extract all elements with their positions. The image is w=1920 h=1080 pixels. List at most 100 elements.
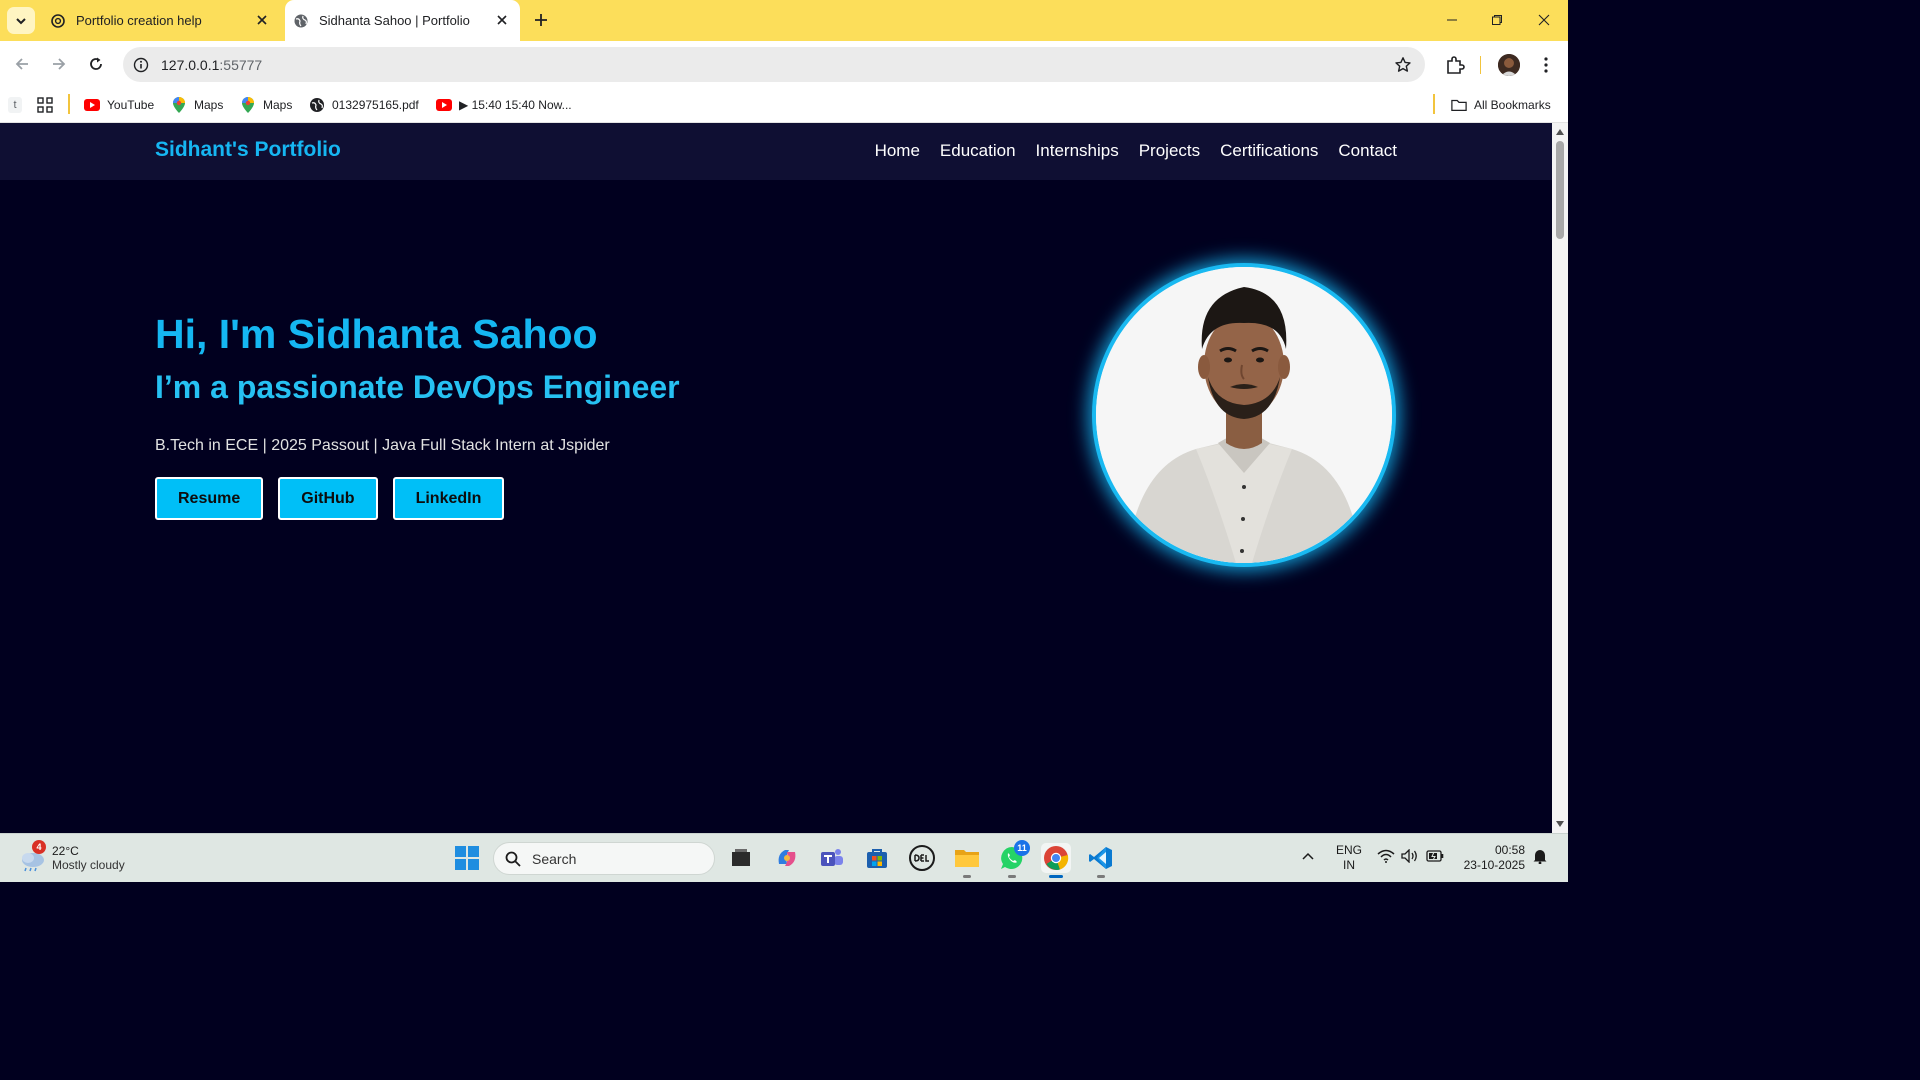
bookmark-label: All Bookmarks	[1474, 98, 1551, 112]
microsoft-store-button[interactable]	[862, 843, 892, 873]
url-text[interactable]: 127.0.0.1:55777	[161, 57, 262, 73]
bookmark-t[interactable]: t	[8, 94, 22, 116]
bell-icon	[1533, 850, 1547, 864]
chrome-button[interactable]	[1041, 843, 1071, 878]
page-scrollbar[interactable]	[1552, 123, 1568, 833]
active-indicator	[1049, 875, 1063, 878]
task-view-icon	[732, 849, 750, 866]
close-icon	[1538, 14, 1550, 26]
copilot-button[interactable]	[772, 843, 802, 873]
close-icon[interactable]	[494, 12, 510, 28]
site-brand[interactable]: Sidhant's Portfolio	[155, 138, 341, 162]
clock-date: 23-10-2025	[1463, 858, 1525, 872]
maps-icon	[171, 97, 187, 113]
running-indicator	[1097, 875, 1105, 878]
wifi-icon[interactable]	[1376, 844, 1396, 868]
page-viewport: Sidhant's Portfolio Home Education Inter…	[0, 123, 1552, 833]
bookmark-maps-2[interactable]: Maps	[240, 94, 292, 116]
site-info-icon[interactable]	[132, 56, 150, 74]
teams-button[interactable]	[817, 843, 847, 873]
arrow-right-icon	[53, 58, 66, 70]
whatsapp-button[interactable]: 11	[997, 840, 1030, 878]
scroll-down-icon[interactable]	[1555, 819, 1565, 829]
resume-button[interactable]: Resume	[155, 477, 264, 520]
weather-condition: Mostly cloudy	[52, 858, 125, 872]
bookmark-divider	[1433, 94, 1435, 114]
youtube-icon	[84, 97, 100, 113]
bookmark-pdf[interactable]: 0132975165.pdf	[309, 94, 419, 116]
system-clock[interactable]: 00:58 23-10-2025	[1455, 843, 1525, 873]
nav-link-contact[interactable]: Contact	[1338, 141, 1397, 161]
nav-link-education[interactable]: Education	[940, 141, 1016, 161]
input-language-indicator[interactable]: ENG IN	[1336, 843, 1362, 873]
scroll-up-icon[interactable]	[1555, 127, 1565, 137]
close-icon[interactable]	[254, 12, 270, 28]
linkedin-button[interactable]: LinkedIn	[392, 477, 505, 520]
reload-button[interactable]	[84, 52, 108, 76]
weather-widget[interactable]: 4 22°C Mostly cloudy	[18, 840, 125, 876]
vscode-button[interactable]	[1086, 843, 1116, 878]
bookmark-label: ▶ 15:40 15:40 Now...	[459, 98, 572, 112]
youtube-icon	[436, 97, 452, 113]
globe-icon	[293, 13, 309, 29]
tab-search-button[interactable]	[7, 7, 35, 34]
apps-button[interactable]	[37, 94, 53, 116]
all-bookmarks-button[interactable]: All Bookmarks	[1451, 94, 1551, 116]
taskbar-search[interactable]: Search	[493, 842, 715, 875]
github-button[interactable]: GitHub	[278, 477, 378, 520]
lang-code: ENG	[1336, 843, 1363, 857]
t-icon: t	[8, 97, 22, 113]
clock-time: 00:58	[1494, 843, 1525, 857]
bookmark-maps-1[interactable]: Maps	[171, 94, 223, 116]
reload-icon	[90, 57, 102, 70]
forward-button[interactable]	[47, 52, 71, 76]
bookmarks-bar: t YouTube Maps Maps 0132975165.pdf ▶ 15:…	[0, 87, 1568, 123]
search-icon	[504, 850, 522, 868]
dell-button[interactable]	[907, 843, 937, 873]
back-button[interactable]	[10, 52, 34, 76]
scrollbar-thumb[interactable]	[1556, 141, 1564, 239]
show-hidden-icons-button[interactable]	[1300, 844, 1316, 868]
battery-icon[interactable]	[1425, 844, 1445, 868]
bookmark-star-icon[interactable]	[1393, 55, 1413, 75]
restore-icon	[1492, 15, 1502, 25]
tab-sidhanta-portfolio[interactable]: Sidhanta Sahoo | Portfolio	[285, 0, 520, 41]
extensions-button[interactable]	[1443, 53, 1467, 77]
site-navbar: Sidhant's Portfolio Home Education Inter…	[0, 123, 1552, 180]
weather-temp: 22°C	[52, 844, 79, 858]
folder-icon	[955, 850, 979, 867]
task-view-button[interactable]	[726, 843, 756, 873]
nav-link-internships[interactable]: Internships	[1036, 141, 1119, 161]
minimize-button[interactable]	[1439, 8, 1465, 32]
teams-icon	[821, 849, 843, 866]
running-indicator	[1008, 875, 1016, 878]
plus-icon	[535, 14, 547, 26]
avatar	[1498, 54, 1520, 76]
restore-button[interactable]	[1484, 8, 1510, 32]
bookmark-label: Maps	[194, 98, 224, 112]
nav-link-projects[interactable]: Projects	[1139, 141, 1200, 161]
hero-title: Hi, I'm Sidhanta Sahoo	[155, 311, 598, 357]
browser-menu-button[interactable]	[1534, 53, 1558, 77]
bookmark-label: Maps	[263, 98, 293, 112]
volume-icon[interactable]	[1400, 844, 1420, 868]
address-bar[interactable]: 127.0.0.1:55777	[123, 47, 1425, 82]
new-tab-button[interactable]	[530, 9, 552, 31]
apps-grid-icon	[37, 97, 53, 113]
bookmark-video[interactable]: ▶ 15:40 15:40 Now...	[436, 94, 572, 116]
bookmark-youtube[interactable]: YouTube	[84, 94, 154, 116]
tab-title: Portfolio creation help	[76, 13, 202, 28]
hero-buttons: Resume GitHub LinkedIn	[155, 477, 505, 520]
nav-link-home[interactable]: Home	[875, 141, 920, 161]
nav-link-certifications[interactable]: Certifications	[1220, 141, 1318, 161]
start-button[interactable]	[455, 846, 479, 870]
weather-badge: 4	[32, 840, 46, 854]
file-explorer-button[interactable]	[952, 843, 982, 878]
chevron-down-icon	[16, 17, 26, 24]
notifications-button[interactable]	[1530, 844, 1550, 868]
tab-portfolio-creation-help[interactable]: Portfolio creation help	[40, 0, 280, 41]
more-vert-icon	[1544, 57, 1548, 73]
close-window-button[interactable]	[1531, 8, 1557, 32]
profile-button[interactable]	[1497, 53, 1521, 77]
windows-taskbar: 4 22°C Mostly cloudy Search 11 ENG IN 00…	[0, 833, 1568, 882]
